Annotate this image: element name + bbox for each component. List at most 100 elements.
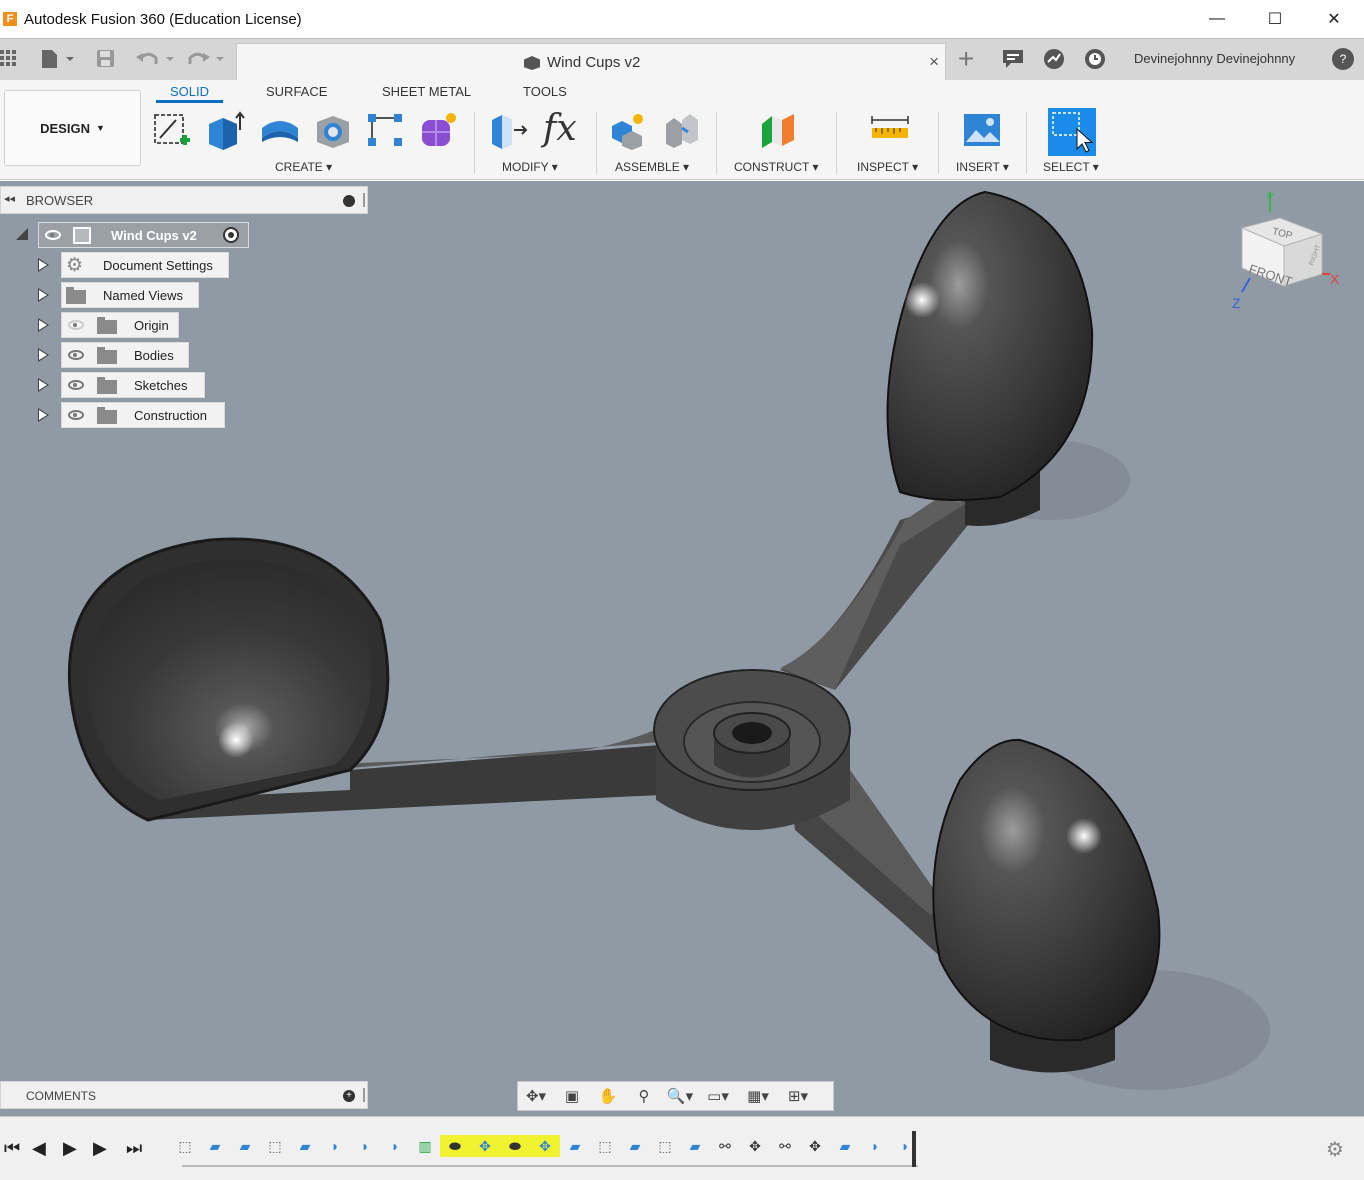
browser-root-wind-cups[interactable]: Wind Cups v2 (38, 222, 249, 248)
visibility-eye-icon[interactable] (68, 350, 84, 360)
timeline-feature-move-icon[interactable]: ✥ (530, 1135, 560, 1157)
grid-icon[interactable]: ▦▾ (738, 1087, 778, 1105)
browser-resize-handle[interactable] (363, 193, 365, 207)
timeline-feature-sketch-icon[interactable]: ⬚ (260, 1135, 290, 1157)
tab-surface[interactable]: SURFACE (266, 84, 327, 99)
assemble-group-dropdown[interactable]: ASSEMBLE ▾ (615, 160, 689, 174)
extrude-icon[interactable] (205, 110, 245, 150)
3d-viewport[interactable] (0, 181, 1364, 1116)
hole-icon[interactable] (313, 110, 353, 150)
previous-frame-button[interactable]: ◀ (32, 1138, 46, 1159)
insert-group-dropdown[interactable]: INSERT ▾ (956, 160, 1009, 174)
timeline-feature-revolve-icon[interactable]: ◗ (320, 1135, 350, 1157)
press-pull-icon[interactable] (488, 110, 528, 150)
construct-group-dropdown[interactable]: CONSTRUCT ▾ (734, 160, 818, 174)
pattern-icon[interactable] (365, 110, 405, 150)
notifications-icon[interactable] (1002, 49, 1024, 69)
revolve-icon[interactable] (260, 110, 300, 150)
select-tool-icon[interactable] (1047, 107, 1097, 157)
tree-root-expander[interactable] (16, 228, 28, 240)
timeline-playhead[interactable] (912, 1131, 916, 1167)
zoom-icon[interactable]: ⚲ (626, 1087, 662, 1105)
data-panel-grid-icon[interactable] (0, 50, 18, 68)
timeline-feature-extrude-icon[interactable]: ▰ (290, 1135, 320, 1157)
visibility-eye-icon[interactable] (45, 230, 61, 240)
expand-arrow-icon[interactable] (38, 408, 49, 422)
display-settings-icon[interactable]: ▭▾ (698, 1087, 738, 1105)
modify-group-dropdown[interactable]: MODIFY ▾ (502, 160, 558, 174)
timeline-feature-revolve-icon[interactable]: ◗ (350, 1135, 380, 1157)
create-group-dropdown[interactable]: CREATE ▾ (275, 160, 332, 174)
user-account-name[interactable]: Devinejohnny Devinejohnny (1134, 51, 1295, 66)
timeline-feature-move-icon[interactable]: ✥ (800, 1135, 830, 1157)
first-frame-button[interactable]: ⏮ (4, 1138, 20, 1159)
new-component-icon[interactable] (608, 110, 648, 150)
timeline-feature-joint-icon[interactable]: ⚯ (710, 1135, 740, 1157)
timeline-feature-extrude-icon[interactable]: ▰ (620, 1135, 650, 1157)
timeline-feature-revolve-icon[interactable]: ◗ (860, 1135, 890, 1157)
new-tab-button[interactable]: + (958, 43, 974, 75)
timeline-feature-sketch-icon[interactable]: ⬚ (170, 1135, 200, 1157)
close-window-button[interactable]: ✕ (1305, 0, 1363, 38)
next-frame-button[interactable]: ▶ (93, 1138, 107, 1159)
workspace-switcher-button[interactable]: DESIGN ▼ (4, 90, 141, 166)
minimize-button[interactable]: — (1188, 0, 1246, 38)
clock-history-icon[interactable] (1084, 48, 1106, 70)
undo-icon[interactable] (136, 49, 180, 69)
tab-solid[interactable]: SOLID (156, 84, 224, 103)
orbit-icon[interactable]: ✥▾ (518, 1087, 554, 1105)
help-icon[interactable]: ? (1332, 48, 1354, 70)
comments-resize-handle[interactable] (363, 1088, 365, 1102)
tab-tools[interactable]: TOOLS (523, 84, 567, 99)
tab-sheet-metal[interactable]: SHEET METAL (382, 84, 471, 99)
browser-pin-icon[interactable] (343, 195, 355, 207)
activate-component-icon[interactable] (223, 227, 239, 243)
change-parameters-icon[interactable]: fx (543, 108, 577, 149)
timeline-feature-revolve-icon[interactable]: ◗ (380, 1135, 410, 1157)
insert-canvas-icon[interactable] (962, 110, 1002, 150)
timeline-feature-extrude-icon[interactable]: ▰ (680, 1135, 710, 1157)
timeline-feature-plane-icon[interactable]: ▥ (410, 1135, 440, 1157)
expand-arrow-icon[interactable] (38, 378, 49, 392)
timeline-feature-move-icon[interactable]: ⬬ (440, 1135, 470, 1157)
maximize-button[interactable]: ☐ (1246, 0, 1304, 38)
expand-arrow-icon[interactable] (38, 258, 49, 272)
redo-icon[interactable] (186, 49, 230, 69)
viewports-icon[interactable]: ⊞▾ (778, 1087, 818, 1105)
timeline-settings-gear-icon[interactable]: ⚙ (1326, 1137, 1344, 1162)
add-comment-button[interactable]: + (343, 1090, 355, 1102)
inspect-group-dropdown[interactable]: INSPECT ▾ (857, 160, 918, 174)
visibility-eye-icon[interactable] (68, 410, 84, 420)
play-button[interactable]: ▶ (63, 1138, 77, 1159)
collapse-browser-icon[interactable]: ◂◂ (4, 192, 15, 205)
timeline-feature-extrude-icon[interactable]: ▰ (230, 1135, 260, 1157)
job-status-icon[interactable] (1043, 48, 1065, 70)
measure-icon[interactable] (870, 110, 910, 150)
expand-arrow-icon[interactable] (38, 288, 49, 302)
create-form-icon[interactable] (418, 110, 458, 150)
pan-icon[interactable]: ✋ (590, 1087, 626, 1105)
joint-icon[interactable] (662, 110, 702, 150)
timeline-feature-joint-icon[interactable]: ⚯ (770, 1135, 800, 1157)
hidden-eye-icon[interactable] (68, 320, 84, 330)
timeline-feature-extrude-icon[interactable]: ▰ (560, 1135, 590, 1157)
timeline-feature-move-icon[interactable]: ✥ (470, 1135, 500, 1157)
select-group-dropdown[interactable]: SELECT ▾ (1043, 160, 1099, 174)
expand-arrow-icon[interactable] (38, 348, 49, 362)
fit-icon[interactable]: 🔍▾ (662, 1087, 698, 1105)
timeline-feature-extrude-icon[interactable]: ▰ (200, 1135, 230, 1157)
timeline-feature-sketch-icon[interactable]: ⬚ (650, 1135, 680, 1157)
look-at-icon[interactable]: ▣ (554, 1087, 590, 1105)
timeline-feature-move-icon[interactable]: ✥ (740, 1135, 770, 1157)
visibility-eye-icon[interactable] (68, 380, 84, 390)
document-tab[interactable]: Wind Cups v2 × (236, 43, 946, 81)
close-tab-button[interactable]: × (929, 52, 939, 72)
timeline-feature-extrude-icon[interactable]: ▰ (830, 1135, 860, 1157)
timeline-feature-move-icon[interactable]: ⬬ (500, 1135, 530, 1157)
create-sketch-icon[interactable] (152, 110, 192, 150)
expand-arrow-icon[interactable] (38, 318, 49, 332)
offset-plane-icon[interactable] (758, 110, 798, 150)
file-menu-icon[interactable] (40, 49, 76, 69)
timeline-feature-sketch-icon[interactable]: ⬚ (590, 1135, 620, 1157)
save-icon[interactable] (96, 49, 116, 69)
